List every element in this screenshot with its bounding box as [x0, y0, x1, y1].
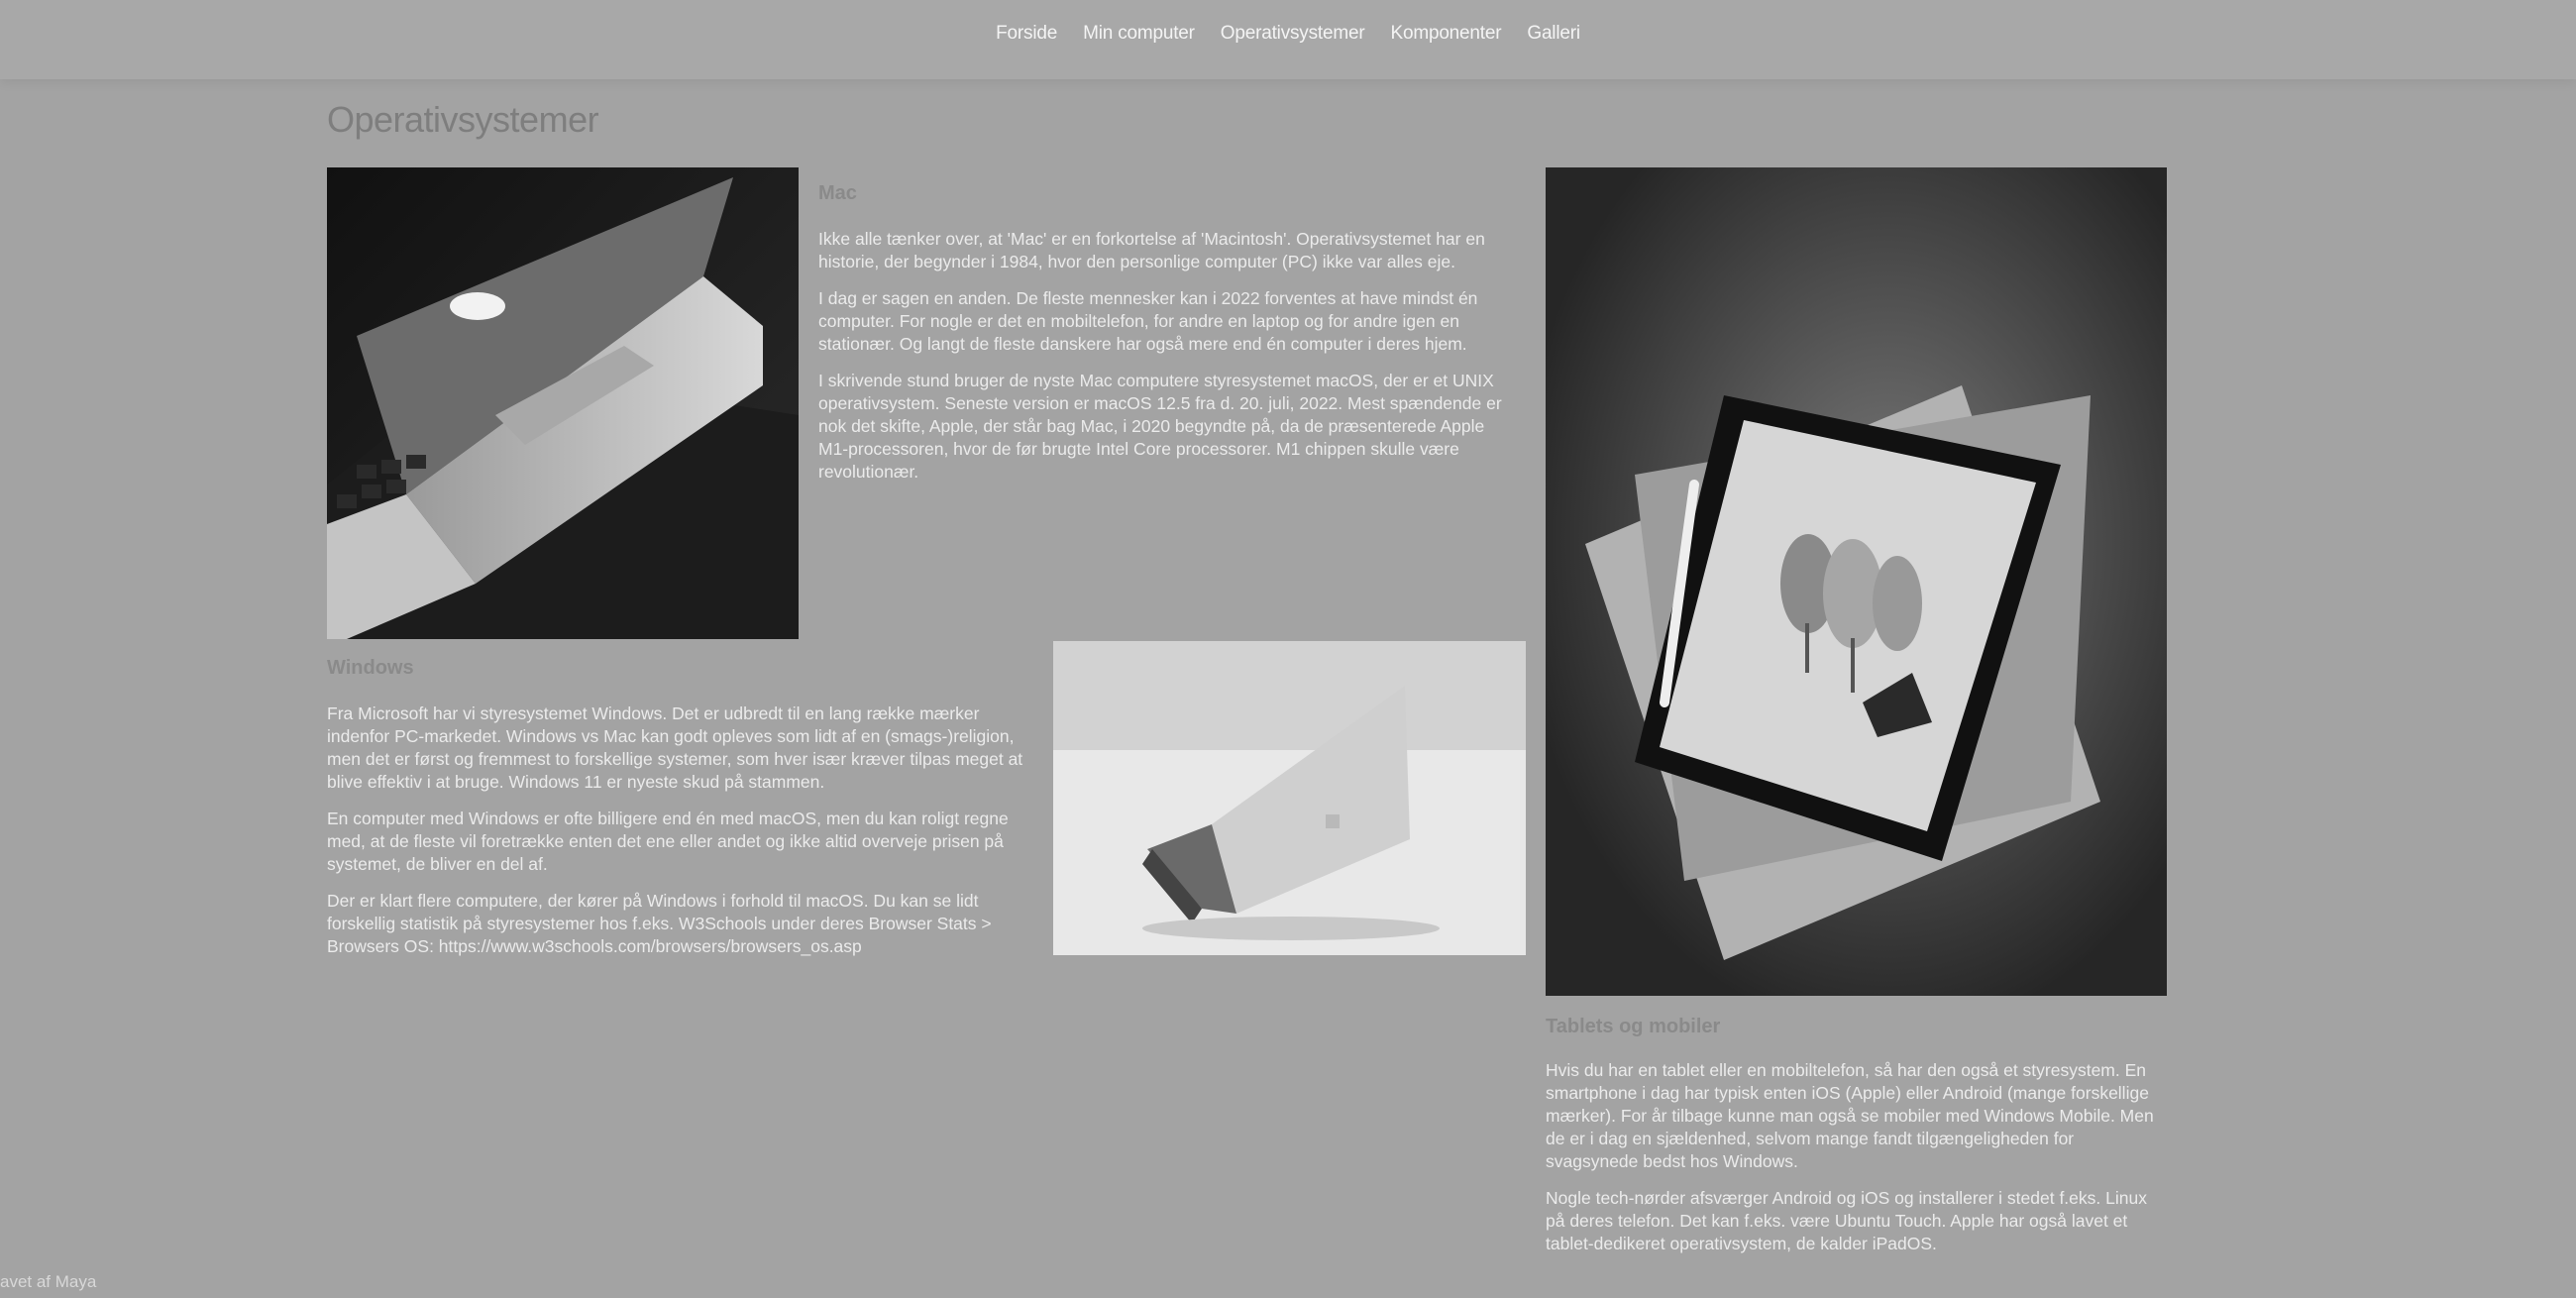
nav-link-forside[interactable]: Forside — [996, 23, 1057, 45]
nav-link-min-computer[interactable]: Min computer — [1083, 23, 1195, 45]
mac-text: Ikke alle tænker over, at 'Mac' er en fo… — [818, 228, 1518, 497]
tablets-heading: Tablets og mobiler — [1546, 1016, 1721, 1037]
tablets-paragraph-1: Hvis du har en tablet eller en mobiltele… — [1546, 1060, 2154, 1171]
page-title: Operativsystemer — [327, 99, 599, 140]
footer-credit: avet af Maya — [0, 1272, 97, 1291]
mac-paragraph-2: I dag er sagen en anden. De fleste menne… — [818, 288, 1478, 354]
top-navigation: Forside Min computer Operativsystemer Ko… — [0, 0, 2576, 79]
mac-heading: Mac — [818, 182, 857, 204]
windows-paragraph-3: Der er klart flere computere, der kører … — [327, 891, 992, 956]
nav-link-komponenter[interactable]: Komponenter — [1390, 23, 1501, 45]
windows-heading: Windows — [327, 657, 414, 679]
windows-paragraph-2: En computer med Windows er ofte billiger… — [327, 809, 1009, 874]
nav-links: Forside Min computer Operativsystemer Ko… — [0, 23, 2576, 45]
tablets-text: Hvis du har en tablet eller en mobiltele… — [1546, 1059, 2160, 1269]
windows-paragraph-1: Fra Microsoft har vi styresystemet Windo… — [327, 703, 1023, 792]
nav-link-galleri[interactable]: Galleri — [1527, 23, 1580, 45]
mac-paragraph-3: I skrivende stund bruger de nyste Mac co… — [818, 371, 1502, 482]
tablets-paragraph-2: Nogle tech-nørder afsværger Android og i… — [1546, 1188, 2147, 1253]
macbook-open-image — [327, 167, 799, 639]
ipad-image — [1546, 167, 2167, 996]
mac-paragraph-1: Ikke alle tænker over, at 'Mac' er en fo… — [818, 229, 1485, 271]
laptop-image — [1053, 641, 1526, 955]
nav-link-operativsystemer[interactable]: Operativsystemer — [1221, 23, 1365, 45]
windows-text: Fra Microsoft har vi styresystemet Windo… — [327, 703, 1040, 972]
